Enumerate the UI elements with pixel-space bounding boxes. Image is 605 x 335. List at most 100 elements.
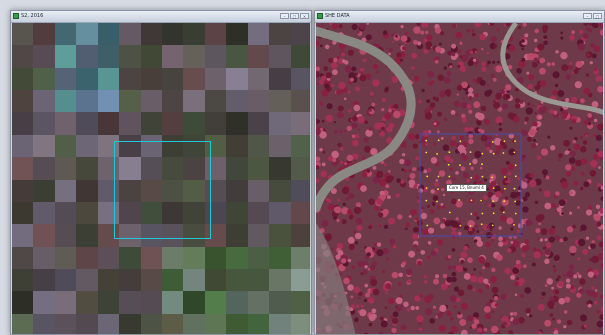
tree-crown (500, 293, 507, 300)
pixel (119, 112, 141, 135)
tree-crown (544, 258, 550, 264)
tree-crown (476, 230, 480, 233)
sentinel-window[interactable]: S2, 2016 – □ × (10, 10, 312, 335)
sample-point (426, 224, 429, 227)
sample-point (448, 175, 451, 178)
pixel (247, 90, 270, 113)
tree-crown (404, 31, 408, 35)
tree-crown (391, 271, 399, 279)
minimize-button[interactable]: – (280, 13, 289, 19)
tree-crown (326, 103, 333, 110)
tree-crown (443, 117, 448, 122)
tree-crown (449, 294, 457, 303)
tree-crown (408, 215, 412, 218)
tree-crown (538, 222, 542, 226)
pixel (290, 201, 310, 225)
title-bar[interactable]: SHE DATA – □ (315, 11, 604, 23)
pixel (204, 246, 227, 269)
selection-box[interactable] (114, 141, 211, 239)
tree-crown (470, 166, 474, 171)
tree-crown (387, 195, 391, 200)
tree-crown (350, 295, 354, 299)
tree-crown (593, 118, 598, 123)
tree-crown (542, 24, 549, 32)
minimize-button[interactable]: – (583, 13, 592, 19)
tree-crown (403, 301, 409, 308)
pixel (33, 67, 55, 91)
tree-crown (595, 75, 603, 82)
tree-crown (502, 103, 508, 110)
tree-crown (347, 258, 352, 263)
sample-point (448, 211, 451, 214)
tree-crown (587, 205, 592, 210)
pixel (226, 246, 248, 269)
tree-crown (339, 147, 344, 151)
maximize-button[interactable]: □ (593, 13, 602, 19)
pixel (97, 246, 120, 269)
tree-crown (521, 39, 525, 43)
sample-point (469, 163, 471, 165)
tree-crown (427, 167, 432, 173)
tree-crown (498, 236, 503, 242)
tree-crown (344, 129, 347, 133)
pixel (54, 291, 77, 314)
sample-point (514, 164, 517, 167)
sample-point (492, 200, 494, 203)
tree-crown (351, 66, 357, 72)
tree-crown (545, 242, 552, 249)
tree-crown (486, 84, 490, 87)
tree-crown (372, 288, 380, 296)
tree-crown (517, 177, 521, 181)
tree-crown (557, 275, 561, 279)
pixel (183, 268, 205, 292)
sample-point (503, 140, 506, 143)
sample-point (480, 199, 482, 202)
tree-crown (455, 264, 464, 273)
sample-point (481, 175, 484, 178)
pixel (140, 67, 162, 91)
tree-crown (573, 180, 579, 186)
tree-crown (521, 245, 529, 253)
title-bar[interactable]: S2, 2016 – □ × (11, 11, 311, 23)
pixel (33, 112, 55, 135)
pixel (97, 23, 120, 46)
sample-point (436, 200, 438, 203)
image-viewport[interactable] (12, 23, 310, 334)
tree-crown (585, 134, 589, 138)
tree-crown (594, 300, 598, 305)
image-viewport[interactable]: Core 15, Bnuml 4 (316, 23, 603, 334)
tree-crown (569, 34, 575, 41)
tree-crown (595, 124, 599, 128)
tree-crown (554, 289, 560, 295)
tree-crown (475, 81, 479, 85)
tree-crown (416, 315, 424, 323)
tree-crown (520, 293, 525, 299)
tree-crown (338, 24, 343, 29)
tree-crown (580, 98, 585, 104)
pixel (226, 179, 248, 202)
aerial-window[interactable]: SHE DATA – □ Core 15, Bnuml 4 (314, 10, 605, 335)
tree-crown (408, 179, 416, 186)
tree-crown (572, 224, 576, 229)
tree-crown (383, 224, 389, 229)
tree-crown (491, 239, 495, 242)
maximize-button[interactable]: □ (290, 13, 299, 19)
sample-point (481, 163, 483, 166)
close-button[interactable]: × (300, 13, 309, 19)
tree-crown (580, 171, 585, 176)
tree-crown (467, 87, 474, 93)
pixel (247, 246, 270, 269)
pixel (183, 45, 205, 68)
tree-crown (333, 57, 338, 63)
tree-crown (492, 60, 496, 64)
tree-crown (468, 138, 474, 145)
tree-crown (346, 125, 352, 131)
tree-crown (442, 273, 448, 279)
pixel (76, 157, 98, 180)
tree-crown (408, 169, 412, 173)
tree-crown (364, 120, 369, 125)
tree-crown (460, 101, 468, 109)
tree-crown (558, 199, 566, 207)
pixel (54, 45, 77, 68)
tree-crown (339, 129, 343, 133)
